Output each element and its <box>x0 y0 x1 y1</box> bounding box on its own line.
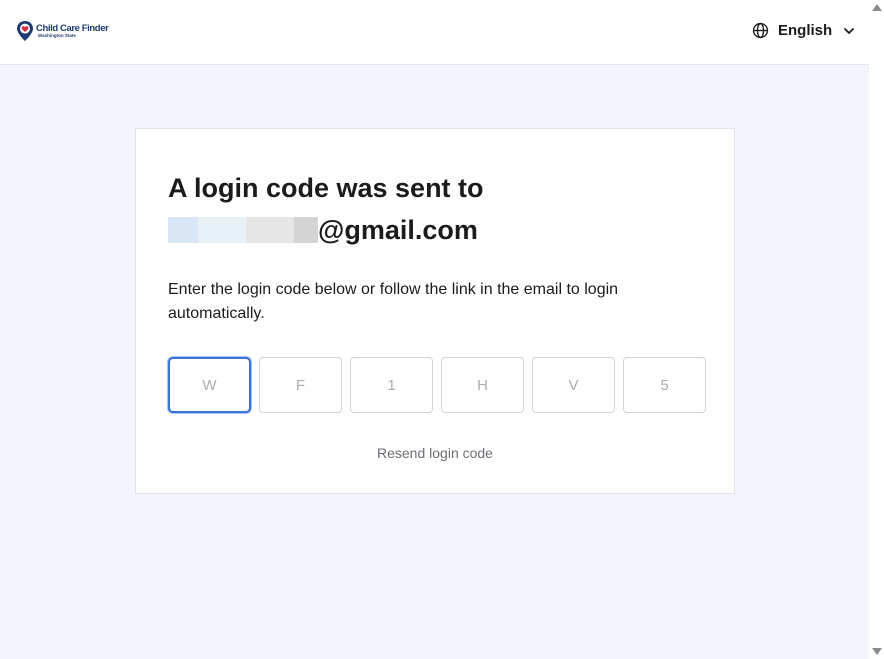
page: Child Care Finder Washington State Engli… <box>0 0 884 659</box>
scroll-up-arrow-icon[interactable] <box>872 4 882 11</box>
page-scrollbar[interactable] <box>869 0 884 659</box>
logo-title: Child Care Finder <box>36 22 109 34</box>
logo-text: Child Care Finder Washington State <box>36 22 109 39</box>
child-care-finder-logo[interactable]: Child Care Finder Washington State <box>16 20 109 42</box>
login-instructions: Enter the login code below or follow the… <box>168 281 619 322</box>
redacted-email-username <box>168 217 318 243</box>
language-label: English <box>778 22 833 39</box>
code-digit-3[interactable] <box>350 357 433 413</box>
location-heart-icon <box>17 21 33 41</box>
top-header: Child Care Finder Washington State Engli… <box>0 0 869 65</box>
language-selector[interactable]: English <box>752 22 855 39</box>
login-code-card: A login code was sent to @gmail.com Ente… <box>135 128 735 494</box>
logo-subtitle: Washington State <box>38 33 76 38</box>
code-digit-4[interactable] <box>441 357 524 413</box>
code-digit-2[interactable] <box>259 357 342 413</box>
page-title: A login code was sent to @gmail.com <box>168 167 708 251</box>
chevron-down-icon <box>844 27 855 34</box>
code-digit-1[interactable] <box>168 357 251 413</box>
email-domain: @gmail.com <box>318 215 478 245</box>
scroll-down-arrow-icon[interactable] <box>872 648 882 655</box>
recipient-email: @gmail.com <box>168 209 708 251</box>
heading-text: A login code was sent to <box>168 173 484 203</box>
code-digit-6[interactable] <box>623 357 706 413</box>
code-digit-5[interactable] <box>532 357 615 413</box>
globe-icon <box>752 22 769 39</box>
login-code-inputs <box>168 357 706 413</box>
resend-login-code-button[interactable]: Resend login code <box>136 445 734 461</box>
